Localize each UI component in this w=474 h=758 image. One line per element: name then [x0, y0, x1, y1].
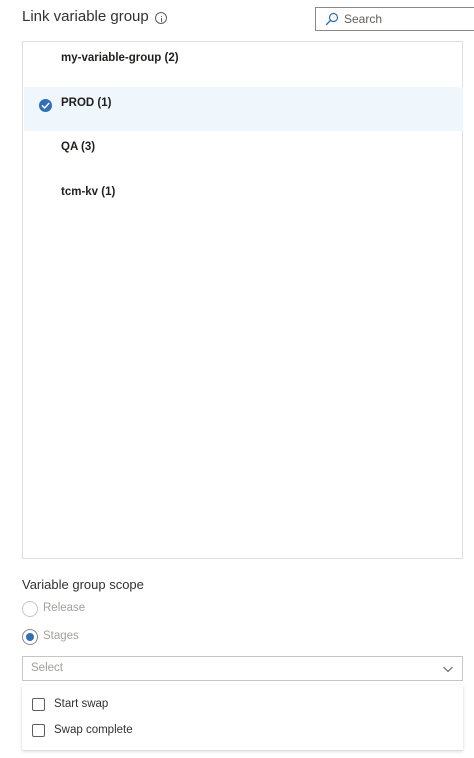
radio-button-checked[interactable] [22, 629, 38, 645]
variable-group-list: my-variable-group (2) PROD (1) QA (3) tc… [22, 41, 463, 559]
search-icon [325, 12, 339, 26]
stage-option-swap-complete[interactable]: Swap complete [22, 720, 463, 744]
stage-option-start-swap[interactable]: Start swap [22, 694, 463, 718]
variable-group-label: tcm-kv (1) [61, 186, 116, 198]
radio-label: Release [43, 602, 86, 614]
variable-group-item[interactable]: tcm-kv (1) [24, 176, 463, 220]
option-label: Swap complete [54, 724, 133, 736]
link-variable-group-panel: Link variable group my-variable-group (2… [0, 0, 474, 758]
search-input[interactable] [344, 10, 469, 28]
panel-title: Link variable group [22, 8, 149, 25]
variable-group-item[interactable]: my-variable-group (2) [24, 42, 463, 86]
variable-group-label: QA (3) [61, 141, 96, 153]
radio-label: Stages [43, 630, 79, 642]
variable-group-label: my-variable-group (2) [61, 52, 179, 64]
option-label: Start swap [54, 698, 109, 710]
chevron-down-icon [443, 666, 453, 673]
variable-group-item[interactable]: QA (3) [24, 131, 463, 175]
info-icon[interactable] [155, 12, 167, 24]
checkmark-circle-icon [39, 99, 52, 112]
stage-options-dropdown: Start swap Swap complete [22, 685, 463, 750]
scope-title: Variable group scope [22, 577, 144, 592]
checkbox[interactable] [32, 724, 45, 737]
variable-group-label: PROD (1) [61, 97, 112, 109]
checkbox[interactable] [32, 698, 45, 711]
search-box[interactable] [315, 7, 474, 31]
radio-button[interactable] [22, 601, 38, 617]
select-placeholder: Select [31, 662, 63, 674]
variable-group-item-selected[interactable]: PROD (1) [24, 87, 463, 131]
stage-select-dropdown[interactable]: Select [22, 656, 463, 681]
